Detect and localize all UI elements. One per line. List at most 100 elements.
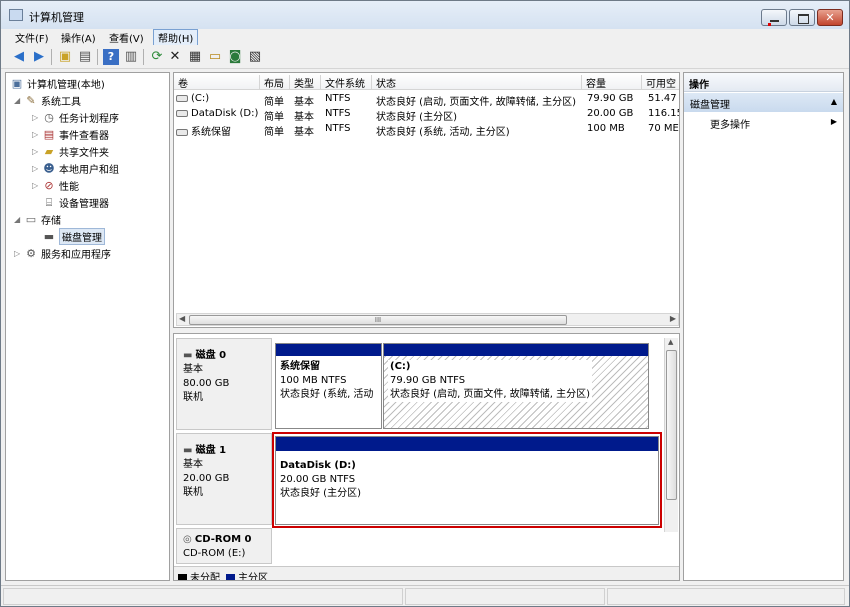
tree-item-root[interactable]: ▣ 计算机管理(本地)	[10, 75, 105, 92]
partition-status: 状态良好 (系统, 活动	[280, 389, 374, 400]
table-row[interactable]: 系统保留 简单 基本 NTFS 状态良好 (系统, 活动, 主分区) 100 M…	[174, 122, 679, 138]
shared-folder-icon: ▰	[44, 144, 54, 158]
back-arrow-icon[interactable]: ◀	[11, 49, 27, 65]
tree-item-label: 存储	[41, 216, 61, 227]
disk-size: 20.00 GB	[183, 473, 230, 484]
collapse-arrow-icon[interactable]: ▷	[32, 147, 42, 156]
column-status[interactable]: 状态	[372, 75, 582, 90]
column-filesystem[interactable]: 文件系统	[321, 75, 372, 90]
tree-item-task-scheduler[interactable]: ▷ ◷ 任务计划程序	[32, 109, 119, 126]
primary-partition-bar	[384, 344, 648, 356]
collapse-arrow-icon[interactable]: ▷	[32, 181, 42, 190]
clock-icon: ◷	[44, 110, 54, 124]
partition-c[interactable]: (C:) 79.90 GB NTFS 状态良好 (启动, 页面文件, 故障转储,…	[383, 343, 649, 429]
properties-icon[interactable]: ▦	[187, 49, 203, 65]
disk-kind: 基本	[183, 364, 203, 375]
collapse-arrow-icon[interactable]: ▷	[32, 130, 42, 139]
volume-free: 51.47	[648, 93, 677, 104]
legend: 未分配 主分区	[174, 566, 679, 580]
tree-item-shared-folders[interactable]: ▷ ▰ 共享文件夹	[32, 143, 109, 160]
column-capacity[interactable]: 容量	[582, 75, 642, 90]
menu-help[interactable]: 帮助(H)	[153, 29, 199, 46]
tree-item-storage[interactable]: ◢ ▭ 存储	[14, 211, 61, 228]
more-actions-item[interactable]: 更多操作 ▶	[684, 114, 843, 132]
disk-name: CD-ROM 0	[194, 534, 252, 545]
disk-name: 磁盘 1	[195, 445, 227, 456]
status-segment	[3, 588, 403, 605]
maximize-button[interactable]	[789, 9, 815, 26]
expand-arrow-icon[interactable]: ◢	[14, 215, 24, 224]
menu-action[interactable]: 操作(A)	[61, 30, 96, 45]
tree-item-local-users[interactable]: ▷ ☻ 本地用户和组	[32, 160, 119, 177]
close-button[interactable]: ✕	[817, 9, 843, 26]
partition-status: 状态良好 (启动, 页面文件, 故障转储, 主分区)	[390, 389, 591, 400]
collapse-arrow-icon[interactable]: ▷	[14, 249, 24, 258]
cdrom-0-label[interactable]: ◎ CD-ROM 0 CD-ROM (E:)	[176, 528, 272, 564]
open-folder-icon[interactable]: ▭	[207, 49, 223, 65]
toolbar-separator	[143, 49, 144, 65]
tree-item-disk-management[interactable]: ▬ 磁盘管理	[42, 228, 105, 245]
volume-capacity: 20.00 GB	[587, 108, 634, 119]
tree-item-label: 共享文件夹	[59, 148, 109, 159]
volume-fs: NTFS	[325, 93, 351, 104]
collapse-arrow-icon[interactable]: ▷	[32, 113, 42, 122]
search-disk-icon[interactable]: ◙	[227, 49, 243, 65]
partition-name: (C:)	[390, 361, 411, 372]
column-volume[interactable]: 卷	[174, 75, 260, 90]
show-hide-action-icon[interactable]: ▥	[123, 49, 139, 65]
scroll-right-arrow-icon[interactable]: ▶	[670, 314, 676, 323]
column-type[interactable]: 类型	[290, 75, 321, 90]
volume-capacity: 100 MB	[587, 123, 625, 134]
disk-kind: CD-ROM (E:)	[183, 548, 246, 559]
menu-view[interactable]: 查看(V)	[109, 30, 144, 45]
forward-arrow-icon[interactable]: ▶	[31, 49, 47, 65]
minimize-button[interactable]	[761, 9, 787, 26]
delete-icon[interactable]: ✕	[167, 49, 183, 65]
horizontal-scrollbar[interactable]: ◀ III ▶	[176, 313, 679, 326]
volume-icon	[176, 128, 188, 136]
volume-type: 基本	[294, 127, 314, 138]
disk-1-label[interactable]: ▬ 磁盘 1 基本 20.00 GB 联机	[176, 433, 272, 525]
vertical-scrollbar[interactable]: ▲	[664, 338, 678, 532]
actions-section-disk-management[interactable]: 磁盘管理 ▲	[684, 93, 843, 112]
scroll-thumb[interactable]	[666, 350, 677, 500]
tree-item-services-apps[interactable]: ▷ ⚙ 服务和应用程序	[14, 245, 111, 262]
disk-settings-icon[interactable]: ▧	[247, 49, 263, 65]
help-icon[interactable]: ?	[103, 49, 119, 65]
volume-list-header: 卷 布局 类型 文件系统 状态 容量 可用空	[174, 73, 679, 90]
scroll-up-arrow-icon[interactable]: ▲	[668, 338, 673, 346]
partition-name: 系统保留	[280, 361, 320, 372]
column-free[interactable]: 可用空	[642, 75, 679, 90]
volume-name: DataDisk (D:)	[191, 108, 259, 119]
expand-arrow-icon[interactable]: ◢	[14, 96, 24, 105]
computer-management-window: 计算机管理 ✕ 文件(F) 操作(A) 查看(V) 帮助(H) ◀ ▶ ▣ ▤ …	[0, 0, 850, 607]
more-actions-label: 更多操作	[710, 120, 750, 131]
services-icon: ⚙	[26, 246, 36, 260]
tree-item-device-manager[interactable]: ⌸ 设备管理器	[42, 194, 109, 211]
section-label: 磁盘管理	[690, 100, 730, 111]
table-row[interactable]: DataDisk (D:) 简单 基本 NTFS 状态良好 (主分区) 20.0…	[174, 107, 679, 123]
collapse-arrow-icon[interactable]: ▷	[32, 164, 42, 173]
refresh-icon[interactable]: ⟳	[149, 49, 165, 65]
tree-item-performance[interactable]: ▷ ⊘ 性能	[32, 177, 79, 194]
device-manager-icon: ⌸	[45, 195, 53, 209]
scroll-left-arrow-icon[interactable]: ◀	[179, 314, 185, 323]
volume-layout: 简单	[264, 127, 284, 138]
collapse-triangle-icon[interactable]: ▲	[831, 97, 837, 106]
tree-item-event-viewer[interactable]: ▷ ▤ 事件查看器	[32, 126, 109, 143]
tree-item-label: 设备管理器	[59, 199, 109, 210]
show-hide-tree-icon[interactable]: ▤	[77, 49, 93, 65]
menu-file[interactable]: 文件(F)	[15, 30, 49, 45]
partition-system-reserved[interactable]: 系统保留 100 MB NTFS 状态良好 (系统, 活动	[275, 343, 382, 429]
scroll-thumb[interactable]: III	[189, 315, 567, 325]
marker-dot	[768, 23, 771, 26]
table-row[interactable]: (C:) 简单 基本 NTFS 状态良好 (启动, 页面文件, 故障转储, 主分…	[174, 92, 679, 108]
tree-item-system-tools[interactable]: ◢ ✎ 系统工具	[14, 92, 81, 109]
column-layout[interactable]: 布局	[260, 75, 290, 90]
up-folder-icon[interactable]: ▣	[57, 49, 73, 65]
submenu-arrow-icon: ▶	[830, 117, 837, 126]
disk-icon: ▬	[183, 445, 196, 456]
disk-0-label[interactable]: ▬ 磁盘 0 基本 80.00 GB 联机	[176, 338, 272, 430]
title-bar[interactable]: 计算机管理 ✕	[1, 1, 849, 29]
partition-d[interactable]: DataDisk (D:) 20.00 GB NTFS 状态良好 (主分区)	[275, 436, 659, 525]
